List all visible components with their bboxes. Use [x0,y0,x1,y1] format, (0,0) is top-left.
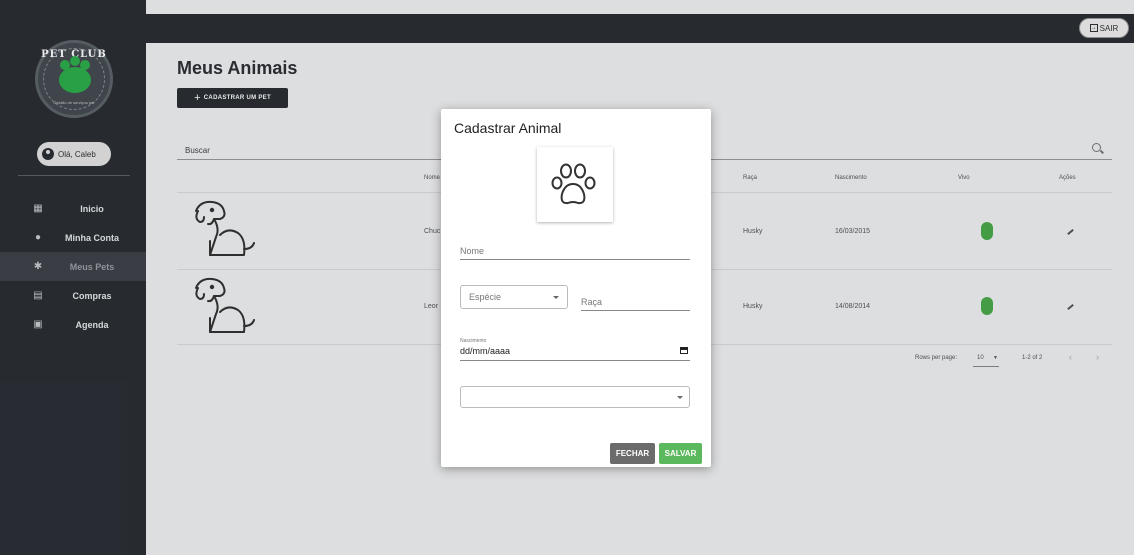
nascimento-input[interactable] [460,341,690,361]
dialog-title: Cadastrar Animal [454,120,562,136]
paw-icon [551,163,596,204]
especie-label: Espécie [469,292,502,302]
nome-input[interactable] [460,239,690,260]
extra-select[interactable] [460,386,690,408]
save-button[interactable]: SALVAR [659,443,702,464]
chevron-down-icon [677,396,683,399]
chevron-down-icon [553,296,559,299]
close-button[interactable]: FECHAR [610,443,655,464]
pet-photo-placeholder[interactable] [537,147,613,222]
raca-input[interactable] [581,289,690,311]
register-pet-dialog: Cadastrar Animal Nome Espécie Raça Nasci… [441,109,711,467]
especie-select[interactable]: Espécie [460,285,568,309]
